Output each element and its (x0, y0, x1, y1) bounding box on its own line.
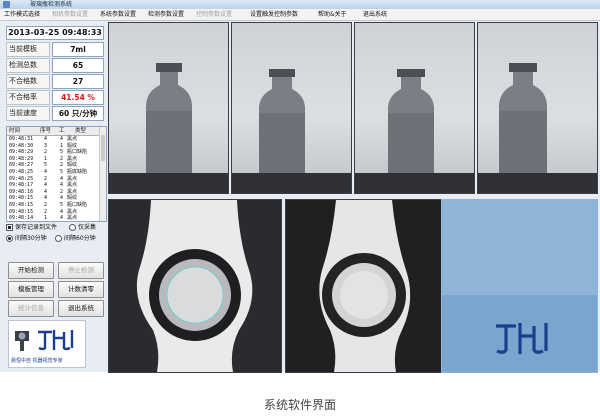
cell-time: 09:48:14 (9, 215, 34, 222)
menu-system-params[interactable]: 系统参数设置 (100, 9, 136, 20)
cell-type: 黑点 (67, 215, 78, 222)
collect-only-radio[interactable]: 仅采集 (69, 223, 96, 232)
brand-panel (441, 199, 598, 373)
stat-label-rejects: 不合格数 (6, 74, 50, 89)
stat-value-reject-rate: 41.54 % (52, 90, 104, 105)
camera-view-bottom-base[interactable] (285, 199, 442, 373)
table-header: 时间 序号 工 类型 (7, 127, 99, 136)
stat-label-template: 当前模板 (6, 42, 50, 57)
menu-control-params[interactable]: 控制参数设置 (196, 9, 232, 20)
save-log-label: 保存记录到文件 (15, 224, 58, 231)
window-title: 玻璃瓶检测系统 (30, 1, 73, 8)
cell-index: 1 (44, 215, 48, 222)
app-icon (3, 1, 10, 8)
camera-view-3[interactable] (354, 22, 475, 194)
camera-view-4[interactable] (477, 22, 598, 194)
radio-dot[interactable] (6, 235, 13, 242)
app-window: 玻璃瓶检测系统 工作模式选择 相机参数设置 系统参数设置 检测参数设置 控制参数… (0, 0, 600, 373)
template-manage-button[interactable]: 模板管理 (8, 281, 54, 298)
menu-exit[interactable]: 退出系统 (363, 9, 387, 20)
statistics-button[interactable]: 统计信息 (8, 300, 54, 317)
header-index[interactable]: 序号 (40, 127, 51, 135)
stat-label-total: 检测总数 (6, 58, 50, 73)
control-panel: 2013-03-25 09:48:33 当前模板 7ml 检测总数 65 不合格… (3, 23, 107, 371)
page-caption: 系统软件界面 (263, 398, 336, 412)
stat-label-reject-rate: 不合格率 (6, 90, 50, 105)
bottle-image (232, 69, 351, 193)
menu-detect-params[interactable]: 检测参数设置 (148, 9, 184, 20)
save-log-checkbox[interactable]: 保存记录到文件 (6, 223, 57, 232)
stat-value-rejects: 27 (52, 74, 104, 89)
radio-dot[interactable] (55, 235, 62, 242)
stat-value-speed: 60 只/分钟 (52, 106, 104, 121)
exit-system-button[interactable]: 退出系统 (58, 300, 104, 317)
radio-dot[interactable] (69, 224, 76, 231)
camera-view-1[interactable] (108, 22, 229, 194)
logo-tagline: 晨恒中自 机器视觉专家 (11, 358, 63, 364)
interval-30-radio[interactable]: 间隔30分钟 (6, 234, 47, 243)
menu-bar: 工作模式选择 相机参数设置 系统参数设置 检测参数设置 控制参数设置 设置触发控… (0, 9, 600, 21)
menu-camera-params[interactable]: 相机参数设置 (52, 9, 88, 20)
header-time[interactable]: 时间 (9, 127, 20, 135)
bottle-image (355, 69, 474, 193)
start-detect-button[interactable]: 开始检测 (8, 262, 54, 279)
datetime-display: 2013-03-25 09:48:33 (6, 26, 104, 40)
stat-value-total: 65 (52, 58, 104, 73)
menu-work-mode[interactable]: 工作模式选择 (4, 9, 40, 20)
header-station[interactable]: 工 (59, 127, 65, 135)
header-type[interactable]: 类型 (75, 127, 86, 135)
brand-mark-icon (496, 323, 548, 354)
title-bar: 玻璃瓶检测系统 (0, 0, 600, 9)
bottle-image (478, 63, 597, 193)
cell-station: 4 (60, 215, 64, 222)
interval-60-radio[interactable]: 间隔60分钟 (55, 234, 96, 243)
camera-view-top-mouth[interactable] (108, 199, 282, 373)
table-scrollbar[interactable] (99, 127, 106, 221)
collect-only-label: 仅采集 (78, 224, 97, 231)
defect-log-table[interactable]: 时间 序号 工 类型 09:48:31 4 4 黑点 09:48:30 3 1 瑕纹 09:48… (6, 126, 107, 222)
camera-logo-icon (15, 331, 29, 351)
scrollbar-thumb[interactable] (101, 135, 105, 161)
interval-30-label: 间隔30分钟 (15, 235, 47, 242)
bottle-base-image (319, 200, 411, 372)
bottle-image (109, 63, 228, 193)
camera-view-2[interactable] (231, 22, 352, 194)
bottle-mouth-image (136, 200, 253, 372)
company-logo: 晨恒中自 机器视觉专家 (8, 320, 86, 368)
clear-count-button[interactable]: 计数清零 (58, 281, 104, 298)
interval-60-label: 间隔60分钟 (64, 235, 96, 242)
stat-label-speed: 当前速度 (6, 106, 50, 121)
table-row[interactable]: 09:48:14 1 4 黑点 (7, 215, 99, 222)
menu-help-about[interactable]: 帮助&关于 (318, 9, 347, 20)
checkbox-box[interactable] (6, 224, 13, 231)
stop-detect-button[interactable]: 停止检测 (58, 262, 104, 279)
menu-trigger-params[interactable]: 设置触发控制参数 (250, 9, 298, 20)
brand-mark-icon (38, 330, 74, 351)
stat-value-template: 7ml (52, 42, 104, 57)
